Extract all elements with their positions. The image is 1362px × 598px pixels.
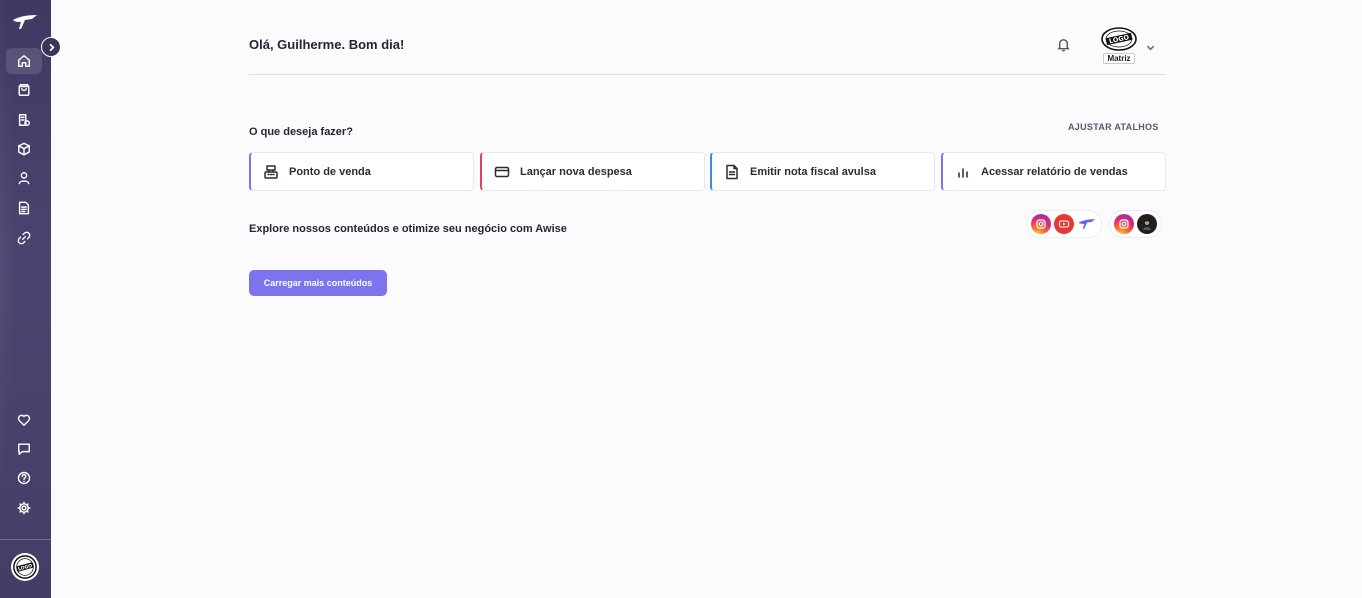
instagram-icon[interactable] (1114, 214, 1134, 234)
chevron-right-icon (49, 43, 55, 51)
settings-icon (17, 501, 31, 515)
shortcut-sales-report-card[interactable]: Acessar relatório de vendas (941, 152, 1166, 191)
branch-badge: Matriz (1103, 53, 1135, 64)
chat-icon (18, 443, 30, 455)
shopping-bag-icon (18, 84, 30, 96)
sidebar-item-settings[interactable] (6, 495, 42, 521)
document-icon (18, 201, 30, 215)
notifications-button[interactable] (1056, 37, 1071, 52)
heart-icon (17, 414, 31, 426)
company-logo-icon: LOGO (13, 555, 37, 579)
shortcut-pos-card[interactable]: Ponto de venda (249, 152, 474, 191)
partner-social-links (1109, 210, 1162, 238)
sidebar-item-customers[interactable] (6, 165, 42, 191)
bar-chart-icon (954, 163, 972, 181)
cash-register-icon (262, 163, 280, 181)
company-menu-toggle[interactable] (1146, 39, 1155, 51)
sidebar-item-invoices[interactable] (6, 195, 42, 221)
sidebar-item-chat[interactable] (6, 436, 42, 462)
shortcuts-title: O que deseja fazer? (249, 126, 353, 138)
logo-stamp-icon: LOGO (1101, 27, 1137, 51)
help-icon (17, 471, 31, 485)
sidebar-expand-button[interactable] (41, 37, 61, 57)
page-greeting: Olá, Guilherme. Bom dia! (249, 37, 405, 52)
shortcut-label: Ponto de venda (289, 165, 371, 178)
home-icon (18, 55, 30, 67)
shortcut-label: Acessar relatório de vendas (981, 165, 1128, 178)
awise-icon[interactable] (1077, 214, 1097, 234)
sidebar: LOGO (0, 0, 51, 598)
package-icon (18, 142, 30, 156)
load-more-button[interactable]: Carregar mais conteúdos (249, 270, 387, 296)
shortcut-label: Lançar nova despesa (520, 165, 632, 178)
shortcut-invoice-card[interactable]: Emitir nota fiscal avulsa (710, 152, 935, 191)
awise-social-links (1026, 210, 1102, 238)
company-avatar[interactable]: LOGO (11, 553, 39, 581)
document-icon (723, 163, 741, 181)
sidebar-item-finance[interactable] (6, 107, 42, 133)
sidebar-item-integrations[interactable] (6, 225, 42, 251)
youtube-icon[interactable] (1054, 214, 1074, 234)
bell-icon (1057, 39, 1070, 52)
finance-icon (18, 114, 30, 126)
adjust-shortcuts-link[interactable]: AJUSTAR ATALHOS (1068, 122, 1159, 132)
instagram-icon[interactable] (1031, 214, 1051, 234)
sidebar-item-help[interactable] (6, 465, 42, 491)
shortcut-label: Emitir nota fiscal avulsa (750, 165, 876, 178)
chevron-down-icon (1146, 45, 1155, 51)
sidebar-item-favorites[interactable] (6, 407, 42, 433)
sidebar-item-products[interactable] (6, 136, 42, 162)
credit-card-icon (493, 163, 511, 181)
sidebar-divider (0, 539, 51, 540)
shortcut-expense-card[interactable]: Lançar nova despesa (480, 152, 705, 191)
sidebar-item-sales[interactable] (6, 77, 42, 103)
link-icon (17, 231, 31, 245)
header-divider (249, 74, 1166, 75)
person-avatar-icon[interactable] (1137, 214, 1157, 234)
company-logo[interactable]: LOGO (1100, 27, 1138, 51)
awise-logo-icon[interactable] (12, 14, 38, 30)
explore-content-title: Explore nossos conteúdos e otimize seu n… (249, 223, 567, 235)
user-icon (18, 172, 30, 185)
sidebar-item-home[interactable] (6, 48, 42, 74)
